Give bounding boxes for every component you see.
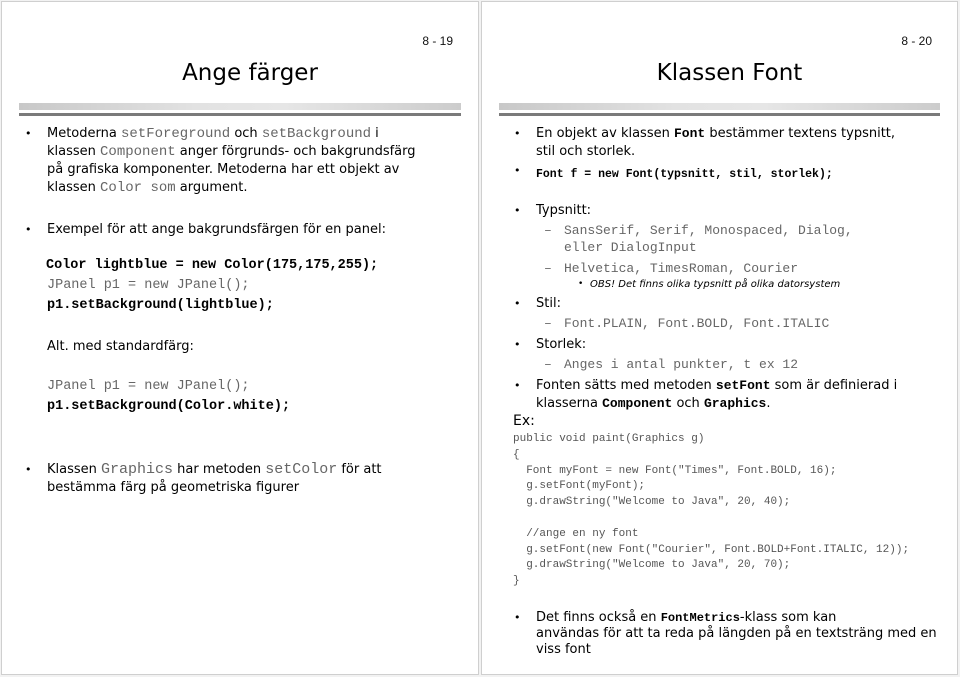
code-line: } xyxy=(513,575,520,587)
bullet-icon: • xyxy=(25,463,32,476)
code-line: Font myFont = new Font("Times", Font.BOL… xyxy=(513,465,837,477)
bullet-line: bestämma färg på geometriska figurer xyxy=(47,480,300,495)
slide-8-20: 8 - 20 Klassen Font • En objekt av klass… xyxy=(481,1,958,675)
title-separator-dark xyxy=(19,113,461,116)
bullet-icon: • xyxy=(514,611,521,624)
bullet-setfont: • Fonten sätts med metoden setFont som ä… xyxy=(514,377,956,413)
bullet-fontmetrics: • Det finns också en FontMetrics-klass s… xyxy=(514,610,956,658)
bullet-line: Det finns också en FontMetrics-klass som… xyxy=(536,610,837,625)
slide-8-19: 8 - 19 Ange färger • Metoderna setForegr… xyxy=(1,1,479,675)
dash-icon: – xyxy=(544,223,552,238)
typsnitt-item: – SansSerif, Serif, Monospaced, Dialog, xyxy=(544,223,853,238)
page-number: 8 - 19 xyxy=(422,34,453,48)
typsnitt-item: – Helvetica, TimesRoman, Courier xyxy=(544,261,799,276)
code-line: g.drawString("Welcome to Java", 20, 70); xyxy=(513,559,791,571)
bullet-icon: • xyxy=(514,204,521,217)
bullet-example-intro: • Exempel för att ange bakgrundsfärgen f… xyxy=(25,222,387,237)
bullet-icon: • xyxy=(514,164,521,177)
code-line: p1.setBackground(Color.white); xyxy=(47,399,291,414)
bullet-icon: • xyxy=(25,223,32,236)
code-line: public void paint(Graphics g) xyxy=(513,433,705,445)
dash-icon: – xyxy=(544,316,552,331)
bullet-set-methods: • Metoderna setForeground och setBackgro… xyxy=(25,125,467,197)
storlek-item: – Anges i antal punkter, t ex 12 xyxy=(544,357,799,372)
typsnitt-note: • OBS! Det finns olika typsnitt på olika… xyxy=(578,279,841,290)
title-separator-light xyxy=(19,103,461,110)
bullet-line: på grafiska komponenter. Metoderna har e… xyxy=(47,162,400,177)
bullet-line: klassen Color som argument. xyxy=(47,180,248,196)
code-line: p1.setBackground(lightblue); xyxy=(47,298,274,313)
bullet-icon: • xyxy=(514,127,521,140)
page-number: 8 - 20 xyxy=(901,34,932,48)
bullet-storlek: • Storlek: xyxy=(514,337,587,352)
dash-icon: – xyxy=(544,357,552,372)
stil-item: – Font.PLAIN, Font.BOLD, Font.ITALIC xyxy=(544,316,830,331)
bullet-line: klasserna Component och Graphics. xyxy=(536,396,771,411)
dash-icon: – xyxy=(544,261,552,276)
bullet-icon: • xyxy=(25,127,32,140)
code-line: Color lightblue = new Color(175,175,255)… xyxy=(46,258,379,273)
bullet-stil: • Stil: xyxy=(514,296,561,311)
code-line: JPanel p1 = new JPanel(); xyxy=(47,278,250,293)
bullet-icon: • xyxy=(514,338,521,351)
alt-label: Alt. med standardfärg: xyxy=(47,339,194,354)
example-label: Ex: xyxy=(513,413,535,429)
bullet-icon: • xyxy=(514,379,521,392)
bullet-line: Fonten sätts med metoden setFont som är … xyxy=(536,378,898,393)
code-line: { xyxy=(513,449,520,461)
title-separator-light xyxy=(499,103,940,110)
slide-title: Klassen Font xyxy=(656,60,803,86)
bullet-line: Metoderna setForeground och setBackgroun… xyxy=(47,126,379,142)
slide-title: Ange färger xyxy=(182,60,318,86)
bullet-line: stil och storlek. xyxy=(536,144,636,159)
code-line: g.drawString("Welcome to Java", 20, 40); xyxy=(513,496,791,508)
bullet-icon: • xyxy=(514,297,521,310)
title-separator-dark xyxy=(499,113,940,116)
bullet-line: klassen Component anger förgrunds- och b… xyxy=(47,144,416,160)
bullet-typsnitt: • Typsnitt: xyxy=(514,203,592,218)
bullet-line: En objekt av klassen Font bestämmer text… xyxy=(536,126,896,141)
bullet-line: användas för att ta reda på längden på e… xyxy=(536,626,937,641)
code-line: //ange en ny font xyxy=(513,528,639,540)
code-line: g.setFont(new Font("Courier", Font.BOLD+… xyxy=(513,544,910,556)
bullet-line: Klassen Graphics har metoden setColor fö… xyxy=(47,461,382,478)
code-line: JPanel p1 = new JPanel(); xyxy=(47,379,250,394)
bullet-icon: • xyxy=(578,279,584,289)
bullet-font-object: • En objekt av klassen Font bestämmer te… xyxy=(514,125,951,161)
bullet-font-constructor: • Font f = new Font(typsnitt, stil, stor… xyxy=(514,164,833,181)
typsnitt-item-cont: eller DialogInput xyxy=(564,240,697,255)
bullet-line: viss font xyxy=(536,642,591,657)
bullet-graphics-setcolor: • Klassen Graphics har metoden setColor … xyxy=(25,461,467,497)
code-line: g.setFont(myFont); xyxy=(513,480,646,492)
